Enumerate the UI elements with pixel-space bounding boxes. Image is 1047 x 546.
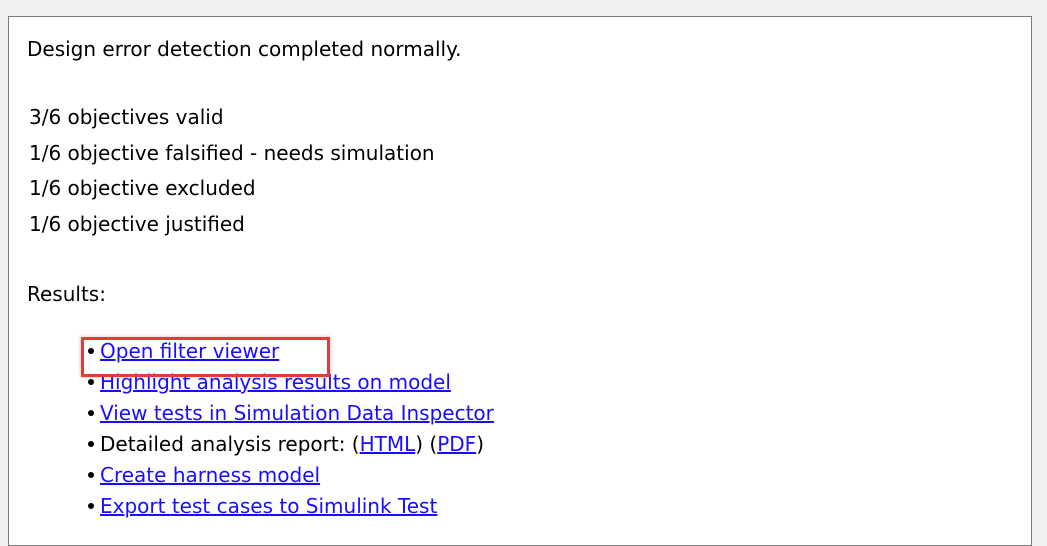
results-heading: Results:	[27, 282, 106, 306]
list-item-open-filter-viewer: Open filter viewer	[88, 339, 279, 363]
list-item-view-tests: View tests in Simulation Data Inspector	[88, 401, 494, 425]
report-html-link[interactable]: HTML	[360, 432, 416, 456]
objective-excluded: 1/6 objective excluded	[29, 176, 256, 200]
list-item-highlight-results: Highlight analysis results on model	[88, 370, 451, 394]
open-filter-viewer-link[interactable]: Open filter viewer	[100, 339, 279, 363]
status-message: Design error detection completed normall…	[27, 37, 462, 61]
create-harness-link[interactable]: Create harness model	[100, 463, 320, 487]
objective-falsified: 1/6 objective falsified - needs simulati…	[29, 141, 435, 165]
view-tests-sdi-link[interactable]: View tests in Simulation Data Inspector	[100, 401, 494, 425]
highlight-results-link[interactable]: Highlight analysis results on model	[100, 370, 451, 394]
results-panel: Design error detection completed normall…	[8, 16, 1032, 546]
report-prefix-text: Detailed analysis report: (	[100, 432, 360, 456]
bullet-icon	[88, 440, 94, 447]
objective-justified: 1/6 objective justified	[29, 212, 245, 236]
report-mid-text: ) (	[415, 432, 438, 456]
bullet-icon	[88, 378, 94, 385]
list-item-create-harness: Create harness model	[88, 463, 320, 487]
report-suffix-text: )	[476, 432, 484, 456]
bullet-icon	[88, 409, 94, 416]
bullet-icon	[88, 347, 94, 354]
bullet-icon	[88, 471, 94, 478]
objective-valid: 3/6 objectives valid	[29, 105, 224, 129]
bullet-icon	[88, 502, 94, 509]
list-item-export-test-cases: Export test cases to Simulink Test	[88, 494, 437, 518]
report-pdf-link[interactable]: PDF	[437, 432, 476, 456]
export-test-cases-link[interactable]: Export test cases to Simulink Test	[100, 494, 437, 518]
list-item-detailed-report: Detailed analysis report: (HTML) (PDF)	[88, 432, 484, 456]
